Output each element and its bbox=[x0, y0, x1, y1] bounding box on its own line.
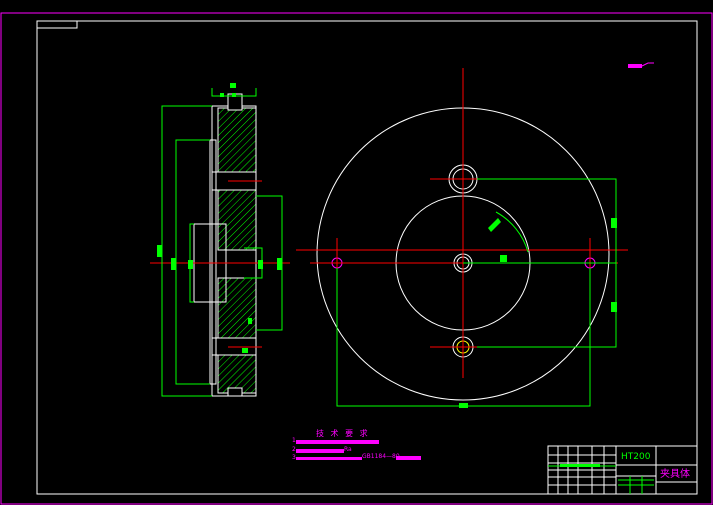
note-2-number: 2 bbox=[292, 446, 296, 453]
front-dimensions bbox=[336, 178, 617, 407]
hatch-middle bbox=[217, 189, 257, 251]
section-view bbox=[150, 83, 290, 397]
note-1-number: 1 bbox=[292, 437, 296, 444]
note-3-standard: GB1184—80 bbox=[362, 453, 400, 460]
frame-corner-mark bbox=[37, 21, 78, 29]
notes-bars bbox=[296, 440, 421, 460]
center-bore bbox=[225, 249, 257, 279]
note-3-number: 3 bbox=[292, 454, 296, 461]
title-block-material: HT200 bbox=[621, 452, 651, 462]
technical-notes-title: 技 术 要 求 bbox=[316, 429, 370, 438]
front-centerlines bbox=[296, 68, 628, 378]
front-view bbox=[296, 68, 628, 408]
bottom-notch bbox=[227, 387, 243, 397]
hatch-lower bbox=[217, 277, 257, 339]
drawing-frame bbox=[36, 20, 698, 495]
title-block-green-marks bbox=[560, 464, 600, 467]
note-2-roughness: Ra bbox=[344, 446, 352, 453]
roughness-symbol bbox=[628, 62, 654, 68]
title-block-part-name: 夹具体 bbox=[660, 469, 690, 480]
hatch-bottom bbox=[217, 354, 257, 394]
hatch-upper bbox=[217, 107, 257, 173]
